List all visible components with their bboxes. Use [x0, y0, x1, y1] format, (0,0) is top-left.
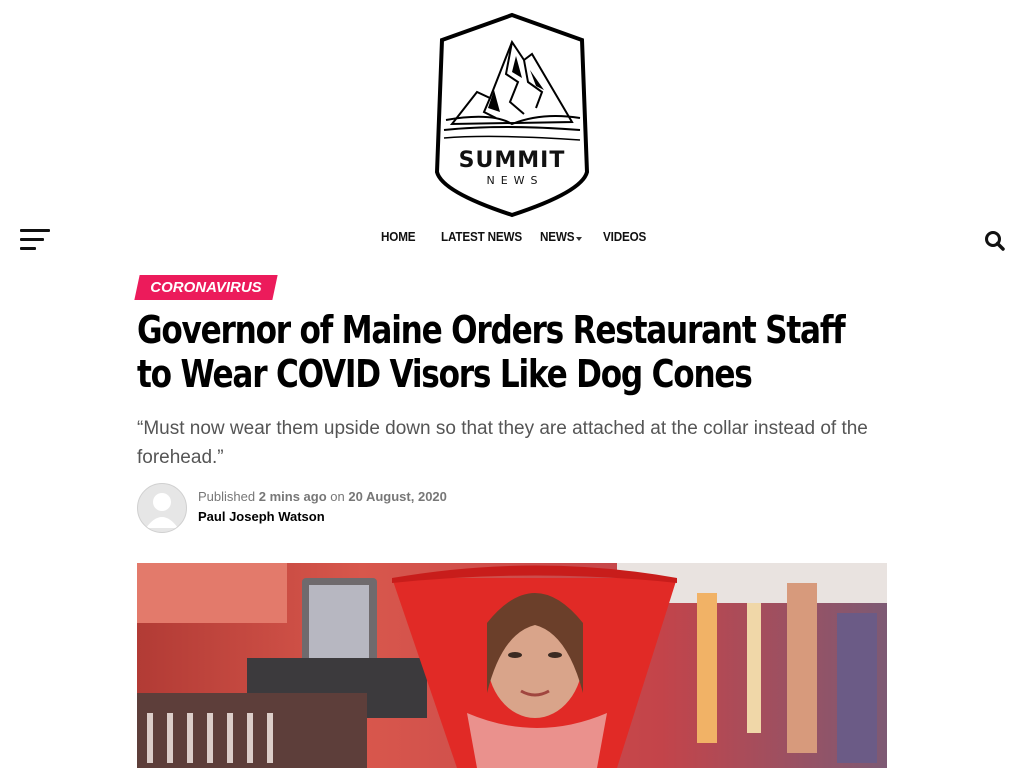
user-icon	[146, 493, 178, 528]
published-label: Published	[198, 489, 256, 504]
logo-subtext: NEWS	[486, 174, 544, 187]
mountain-logo-icon	[434, 12, 590, 218]
nav-item-news[interactable]: NEWS	[540, 229, 575, 244]
published-relative: 2 mins ago	[258, 489, 327, 504]
author-name[interactable]: Paul Joseph Watson	[198, 509, 325, 524]
article-title: Governor of Maine Orders Restaurant Staf…	[137, 308, 846, 396]
site-logo[interactable]: SUMMIT NEWS	[432, 12, 592, 218]
category-badge[interactable]: CORONAVIRUS	[134, 275, 278, 300]
article-subtitle: “Must now wear them upside down so that …	[137, 418, 868, 468]
article-hero-image[interactable]	[137, 563, 887, 768]
nav-item-videos[interactable]: VIDEOS	[603, 229, 646, 244]
nav-item-latest-news[interactable]: LATEST NEWS	[441, 229, 522, 244]
post-meta: Published 2 mins ago on 20 August, 2020	[198, 489, 447, 504]
hero-photo	[137, 563, 887, 768]
author-avatar[interactable]	[137, 483, 187, 533]
search-icon[interactable]	[984, 230, 1006, 252]
category-label: CORONAVIRUS	[150, 279, 262, 296]
nav-item-home[interactable]: HOME	[381, 229, 416, 244]
published-date: 20 August, 2020	[348, 489, 447, 504]
caret-down-icon[interactable]	[576, 237, 582, 241]
logo-wordmark: SUMMIT	[458, 148, 566, 173]
main-nav: HOME LATEST NEWS NEWS VIDEOS	[0, 229, 1024, 251]
on-label: on	[330, 489, 345, 504]
